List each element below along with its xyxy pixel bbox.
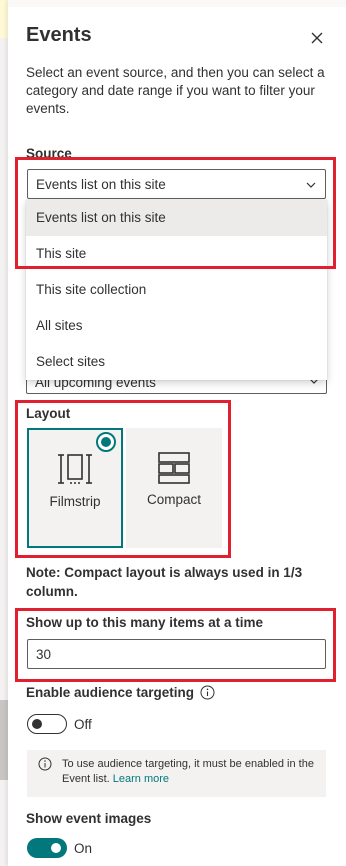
page-backdrop-scrollbar [0, 700, 8, 780]
pane-title: Events [26, 24, 92, 46]
audience-targeting-message-bar: To use audience targeting, it must be en… [27, 750, 326, 797]
info-icon [38, 757, 52, 771]
learn-more-link[interactable]: Learn more [113, 773, 169, 785]
event-images-label: Show event images [26, 811, 152, 826]
audience-targeting-label: Enable audience targeting [26, 685, 195, 700]
page-backdrop-banner [0, 0, 8, 38]
audience-targeting-toggle[interactable] [27, 714, 67, 734]
close-icon [311, 32, 323, 44]
source-option-all-sites[interactable]: All sites [26, 308, 327, 344]
highlight-box-items-count [15, 608, 336, 682]
pane-description: Select an event source, and then you can… [26, 65, 325, 116]
info-icon[interactable] [200, 685, 215, 700]
toggle-knob [51, 843, 61, 853]
close-button[interactable] [306, 27, 328, 49]
event-images-toggle-text: On [74, 841, 93, 856]
audience-targeting-message-text: To use audience targeting, it must be en… [62, 758, 314, 785]
audience-targeting-message: To use audience targeting, it must be en… [62, 757, 317, 787]
pane-top-strip [8, 0, 346, 7]
highlight-box-source [15, 157, 336, 269]
highlight-box-layout [15, 400, 231, 558]
event-images-toggle[interactable] [27, 838, 67, 858]
audience-targeting-toggle-text: Off [74, 717, 92, 732]
toggle-knob [32, 719, 42, 729]
source-option-site-collection[interactable]: This site collection [26, 272, 327, 308]
layout-note: Note: Compact layout is always used in 1… [26, 565, 303, 599]
source-option-select-sites[interactable]: Select sites [26, 344, 327, 380]
